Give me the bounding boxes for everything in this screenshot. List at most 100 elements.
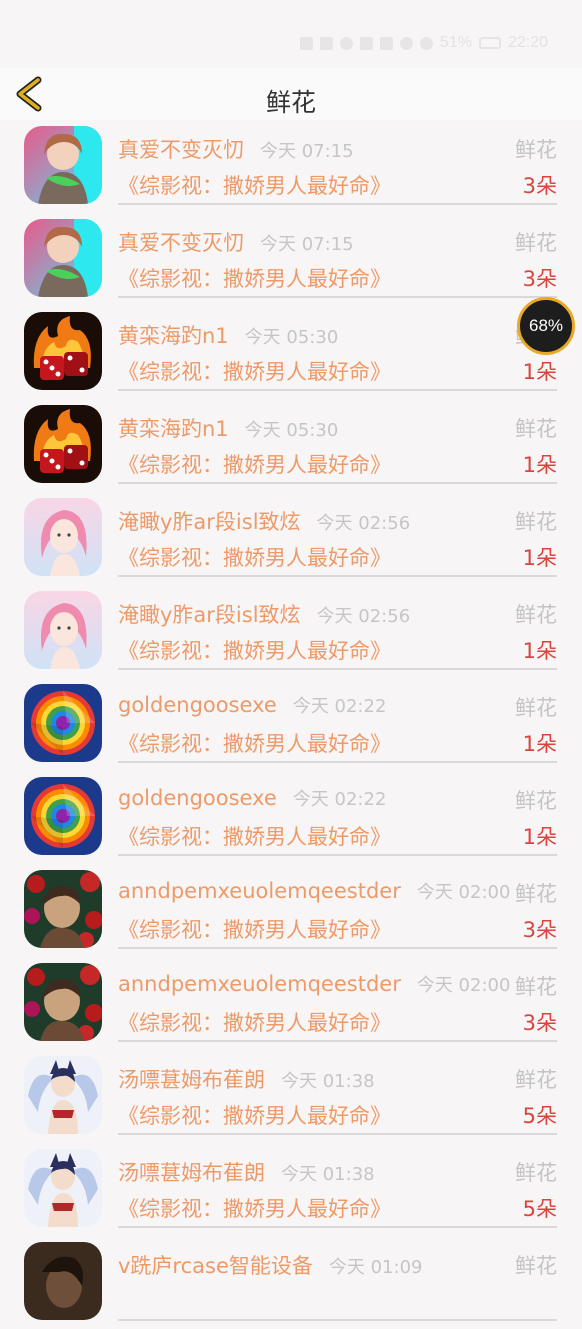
user-name: anndpemxeuolemqeestder 今天 02:00 — [118, 971, 510, 997]
timestamp: 今天 02:00 — [416, 975, 511, 996]
user-name-text: goldengoosexe — [118, 693, 277, 717]
divider — [118, 1040, 557, 1042]
avatar[interactable] — [24, 405, 102, 483]
flower-count: 3朵 — [522, 918, 557, 942]
book-title: 《综影视：撒娇男人最好命》 — [118, 825, 391, 849]
divider — [118, 761, 557, 763]
divider — [118, 389, 557, 391]
avatar[interactable] — [24, 870, 102, 948]
list-item[interactable]: anndpemxeuolemqeestder 今天 02:00 鲜花《综影视：撒娇男… — [0, 957, 582, 1050]
divider — [118, 947, 557, 949]
flower-count: 5朵 — [522, 1197, 557, 1221]
avatar[interactable] — [24, 1242, 102, 1320]
battery-icon — [478, 37, 501, 49]
nfc-icon — [359, 36, 373, 50]
timestamp: 今天 01:38 — [281, 1164, 375, 1185]
clock: 22:20 — [507, 34, 548, 51]
gift-list: 真爱不变灭忉 今天 07:15 鲜花 《综影视：撒娇男人最好命》 3朵 真爱不变灭忉 今天 … — [0, 120, 582, 1329]
divider — [118, 482, 557, 484]
list-item[interactable]: v跣庐rcase智能设备 今天 01:09 鲜花 — [0, 1236, 582, 1329]
book-title: 《综影视：撒娇男人最好命》 — [118, 639, 391, 663]
avatar[interactable] — [24, 963, 102, 1041]
flower-count: 1朵 — [522, 732, 557, 756]
gift-type: 鲜花 — [515, 603, 557, 627]
gift-type: 鲜花 — [515, 138, 557, 162]
timestamp: 今天 05:30 — [244, 420, 339, 441]
avatar[interactable] — [24, 312, 102, 390]
list-item[interactable]: anndpemxeuolemqeestder 今天 02:00 鲜花《综影视：撒娇男… — [0, 864, 582, 957]
status-icons: 51% 22:20 — [299, 33, 548, 53]
gift-type: 鲜花 — [515, 417, 557, 441]
divider — [118, 1133, 557, 1135]
user-name: 汤嘌葚姆布萑朗 今天 01:38 — [118, 1157, 375, 1187]
user-name-text: 淹瞰y胙ar段isl致炫 — [118, 603, 301, 627]
timestamp: 今天 02:22 — [292, 696, 387, 717]
list-item[interactable]: 黄栾海趵n1今天 05:30鲜花《综影视：撒娇男人最好命》1朵 — [0, 306, 582, 399]
gift-type: 鲜花 — [515, 1161, 557, 1185]
book-title: 《综影视：撒娇男人最好命》 — [118, 1011, 391, 1035]
list-item[interactable]: 黄栾海趵n1今天 05:30鲜花《综影视：撒娇男人最好命》1朵 — [0, 399, 582, 492]
flower-count: 3朵 — [522, 1011, 557, 1035]
gift-type: 鲜花 — [515, 882, 557, 906]
user-name-text: goldengoosexe — [118, 786, 277, 810]
book-title: 《综影视：撒娇男人最好命》 — [118, 1197, 391, 1221]
gift-type: 鲜花 — [515, 1254, 557, 1278]
user-name-text: 黄栾海趵n1 — [118, 324, 229, 348]
avatar[interactable] — [24, 498, 102, 576]
divider — [118, 203, 557, 205]
book-title: 《综影视：撒娇男人最好命》 — [118, 1104, 391, 1128]
divider — [118, 575, 557, 577]
user-name: 淹瞰y胙ar段isl致炫 今天 02:56 — [118, 599, 410, 629]
timestamp: 今天 02:56 — [316, 606, 411, 627]
flower-count: 1朵 — [522, 546, 557, 570]
app-header: 鲜花 — [0, 68, 582, 120]
user-name: 汤嘌葚姆布萑朗 今天 01:38 — [118, 1064, 375, 1094]
list-item[interactable]: goldengoosexe 今天 02:22 鲜花 《综影视：撒娇男人最好命》 1朵 — [0, 771, 582, 864]
flower-count: 1朵 — [522, 453, 557, 477]
avatar[interactable] — [24, 1056, 102, 1134]
list-item[interactable]: 真爱不变灭忉 今天 07:15 鲜花《综影视：撒娇男人最好命》 3朵 — [0, 120, 582, 213]
timestamp: 今天 07:15 — [260, 234, 354, 255]
avatar[interactable] — [24, 684, 102, 762]
divider — [118, 296, 557, 298]
list-item[interactable]: 汤嘌葚姆布萑朗 今天 01:38 鲜花 《综影视：撒娇男人最好命》 5朵 — [0, 1050, 582, 1143]
bluetooth-icon — [419, 36, 433, 50]
user-name: 黄栾海趵n1 今天 05:30 — [118, 413, 338, 443]
list-item[interactable]: 淹瞰y胙ar段isl致炫 今天 02:56 鲜花 《综影视：撒娇男人最好命》 1朵 — [0, 585, 582, 678]
timestamp: 今天 01:09 — [328, 1257, 423, 1278]
sim-icon — [299, 36, 313, 50]
user-name: 真爱不变灭忉 今天 07:15 — [118, 134, 354, 164]
list-item[interactable]: 淹瞰y胙ar段isl致炫 今天 02:56 鲜花 《综影视：撒娇男人最好命》 1朵 — [0, 492, 582, 585]
avatar[interactable] — [24, 126, 102, 204]
avatar[interactable] — [24, 219, 102, 297]
avatar[interactable] — [24, 591, 102, 669]
book-title: 《综影视：撒娇男人最好命》 — [118, 918, 391, 942]
user-name-text: anndpemxeuolemqeestder — [118, 972, 401, 996]
progress-badge[interactable]: 68% — [517, 297, 575, 355]
gift-type: 鲜花 — [515, 231, 557, 255]
user-name-text: 真爱不变灭忉 — [118, 231, 244, 255]
book-title: 《综影视：撒娇男人最好命》 — [118, 546, 391, 570]
timestamp: 今天 02:00 — [416, 882, 511, 903]
user-name-text: 黄栾海趵n1 — [118, 417, 229, 441]
list-item[interactable]: goldengoosexe 今天 02:22 鲜花 《综影视：撒娇男人最好命》 1朵 — [0, 678, 582, 771]
avatar[interactable] — [24, 1149, 102, 1227]
list-item[interactable]: 真爱不变灭忉 今天 07:15 鲜花 《综影视：撒娇男人最好命》 3朵 — [0, 213, 582, 306]
book-title: 《综影视：撒娇男人最好命》 — [118, 174, 391, 198]
timestamp: 今天 01:38 — [281, 1071, 375, 1092]
gift-type: 鲜花 — [515, 789, 557, 813]
user-name: 真爱不变灭忉 今天 07:15 — [118, 227, 354, 257]
list-item[interactable]: 汤嘌葚姆布萑朗 今天 01:38 鲜花《综影视：撒娇男人最好命》 5朵 — [0, 1143, 582, 1236]
book-title: 《综影视：撒娇男人最好命》 — [118, 360, 391, 384]
user-name-text: 汤嘌葚姆布萑朗 — [118, 1161, 265, 1185]
book-title: 《综影视：撒娇男人最好命》 — [118, 267, 391, 291]
flower-count: 3朵 — [522, 174, 557, 198]
flower-count: 1朵 — [522, 360, 557, 384]
divider — [118, 668, 557, 670]
avatar[interactable] — [24, 777, 102, 855]
page-title: 鲜花 — [265, 88, 316, 117]
gift-type: 鲜花 — [515, 975, 557, 999]
timestamp: 今天 07:15 — [260, 141, 354, 162]
user-name-text: 真爱不变灭忉 — [118, 138, 244, 162]
user-name: anndpemxeuolemqeestder 今天 02:00 — [118, 878, 510, 904]
